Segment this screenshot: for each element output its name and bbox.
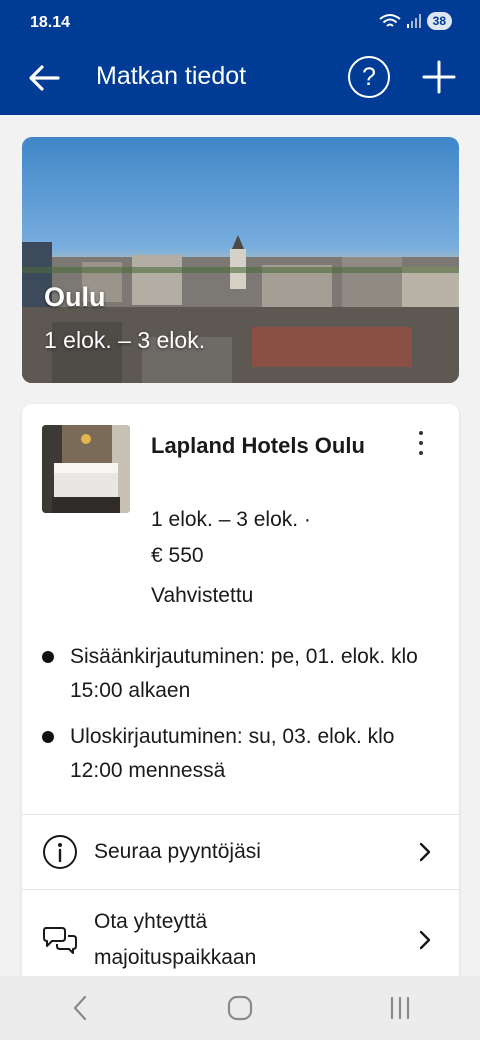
page-title: Matkan tiedot [96, 62, 247, 90]
booking-status: Vahvistettu [151, 584, 254, 607]
nav-back-button[interactable] [50, 988, 110, 1028]
more-dot [419, 441, 423, 445]
chevron-right-icon [419, 842, 431, 862]
bullet-dot [42, 731, 54, 743]
top-app-bar: 18.14 38 Matkan tiedot ? [0, 0, 480, 115]
home-circle-icon [227, 995, 253, 1021]
arrow-left-icon [29, 65, 60, 91]
question-mark-icon: ? [362, 62, 376, 91]
nav-home-button[interactable] [210, 988, 270, 1028]
more-options-button[interactable] [410, 428, 432, 458]
chat-icon [42, 922, 78, 958]
contact-property-row[interactable]: Ota yhteyttä majoituspaikkaan [22, 890, 459, 990]
hotel-room-image [42, 425, 130, 513]
track-requests-row[interactable]: Seuraa pyyntöjäsi [22, 815, 459, 889]
system-navigation-bar [0, 976, 480, 1040]
check-out-item: Uloskirjautuminen: su, 03. elok. klo 12:… [42, 720, 442, 788]
check-times-list: Sisäänkirjautuminen: pe, 01. elok. klo 1… [42, 640, 442, 800]
status-time: 18.14 [30, 14, 71, 31]
help-button[interactable]: ? [348, 56, 390, 98]
check-in-item: Sisäänkirjautuminen: pe, 01. elok. klo 1… [42, 640, 442, 708]
more-dot [419, 451, 423, 455]
recents-icon [390, 996, 410, 1020]
back-button[interactable] [24, 58, 64, 98]
add-button[interactable] [418, 56, 460, 98]
track-requests-label: Seuraa pyyntöjäsi [94, 840, 261, 863]
hotel-thumbnail[interactable] [42, 425, 130, 513]
plus-icon [422, 60, 456, 94]
check-in-text: Sisäänkirjautuminen: pe, 01. elok. klo 1… [70, 645, 418, 702]
hotel-name[interactable]: Lapland Hotels Oulu [151, 428, 371, 464]
bullet-dot [42, 651, 54, 663]
signal-icon [406, 14, 421, 28]
hero-city: Oulu [44, 282, 106, 312]
check-out-text: Uloskirjautuminen: su, 03. elok. klo 12:… [70, 725, 395, 782]
stay-dates: 1 elok. – 3 elok. · [151, 508, 311, 531]
info-icon [42, 834, 78, 870]
booking-card: Lapland Hotels Oulu 1 elok. – 3 elok. · … [22, 404, 459, 1004]
stay-summary: 1 elok. – 3 elok. · € 550 [151, 502, 401, 574]
chevron-right-icon [419, 930, 431, 950]
wifi-icon [379, 14, 401, 27]
battery-indicator: 38 [426, 12, 452, 30]
stay-price: € 550 [151, 544, 204, 567]
nav-recents-button[interactable] [370, 988, 430, 1028]
status-icons: 38 [379, 12, 452, 30]
back-chevron-icon [73, 995, 87, 1021]
more-dot [419, 431, 423, 435]
hero-dates: 1 elok. – 3 elok. [44, 327, 206, 353]
destination-hero-card[interactable]: Oulu 1 elok. – 3 elok. [22, 137, 459, 383]
contact-property-label: Ota yhteyttä majoituspaikkaan [94, 910, 257, 969]
